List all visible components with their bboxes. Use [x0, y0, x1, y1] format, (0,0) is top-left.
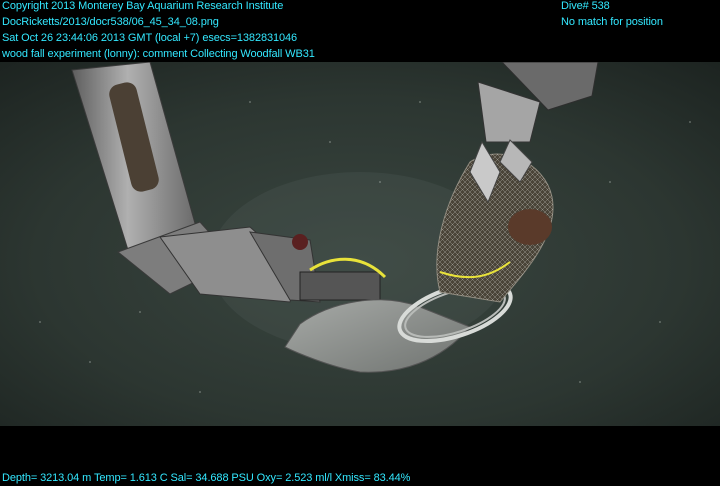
- file-path-text: DocRicketts/2013/docr538/06_45_34_08.png: [2, 16, 219, 28]
- timestamp-text: Sat Oct 26 23:44:06 2013 GMT (local +7) …: [2, 32, 298, 44]
- video-frame: Copyright 2013 Monterey Bay Aquarium Res…: [0, 0, 720, 486]
- position-status-text: No match for position: [561, 16, 663, 28]
- telemetry-text: Depth= 3213.04 m Temp= 1.613 C Sal= 34.6…: [2, 472, 411, 484]
- header-overlay: Copyright 2013 Monterey Bay Aquarium Res…: [2, 0, 315, 64]
- underwater-scene: [0, 62, 720, 426]
- dive-info-overlay: Dive# 538 No match for position: [561, 0, 663, 32]
- copyright-text: Copyright 2013 Monterey Bay Aquarium Res…: [2, 0, 284, 12]
- wood-sample: [508, 209, 552, 245]
- dive-number-text: Dive# 538: [561, 0, 610, 12]
- telemetry-overlay: Depth= 3213.04 m Temp= 1.613 C Sal= 34.6…: [2, 472, 410, 486]
- scene-illustration: [0, 62, 720, 426]
